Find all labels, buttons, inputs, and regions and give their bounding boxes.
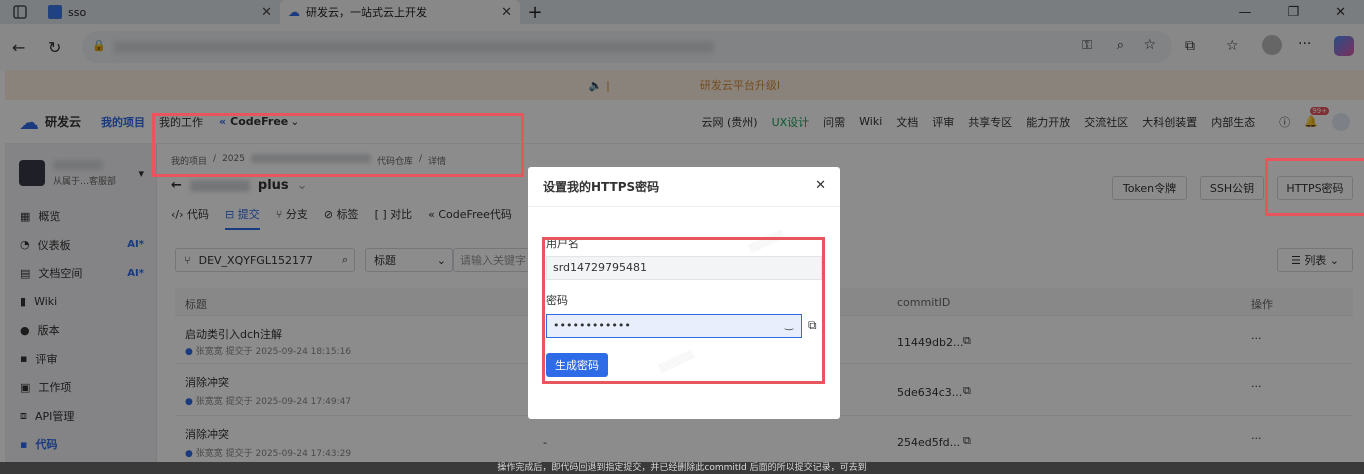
dialog-title: 设置我的HTTPS密码 <box>528 167 840 207</box>
close-icon[interactable]: ✕ <box>815 178 826 193</box>
highlight-box <box>152 113 524 177</box>
highlight-box <box>542 237 825 384</box>
highlight-box <box>1265 158 1364 216</box>
footer-note: 操作完成后，即代码回退到指定提交，并已经删除此commitId 后面的所以提交记… <box>0 462 1364 474</box>
